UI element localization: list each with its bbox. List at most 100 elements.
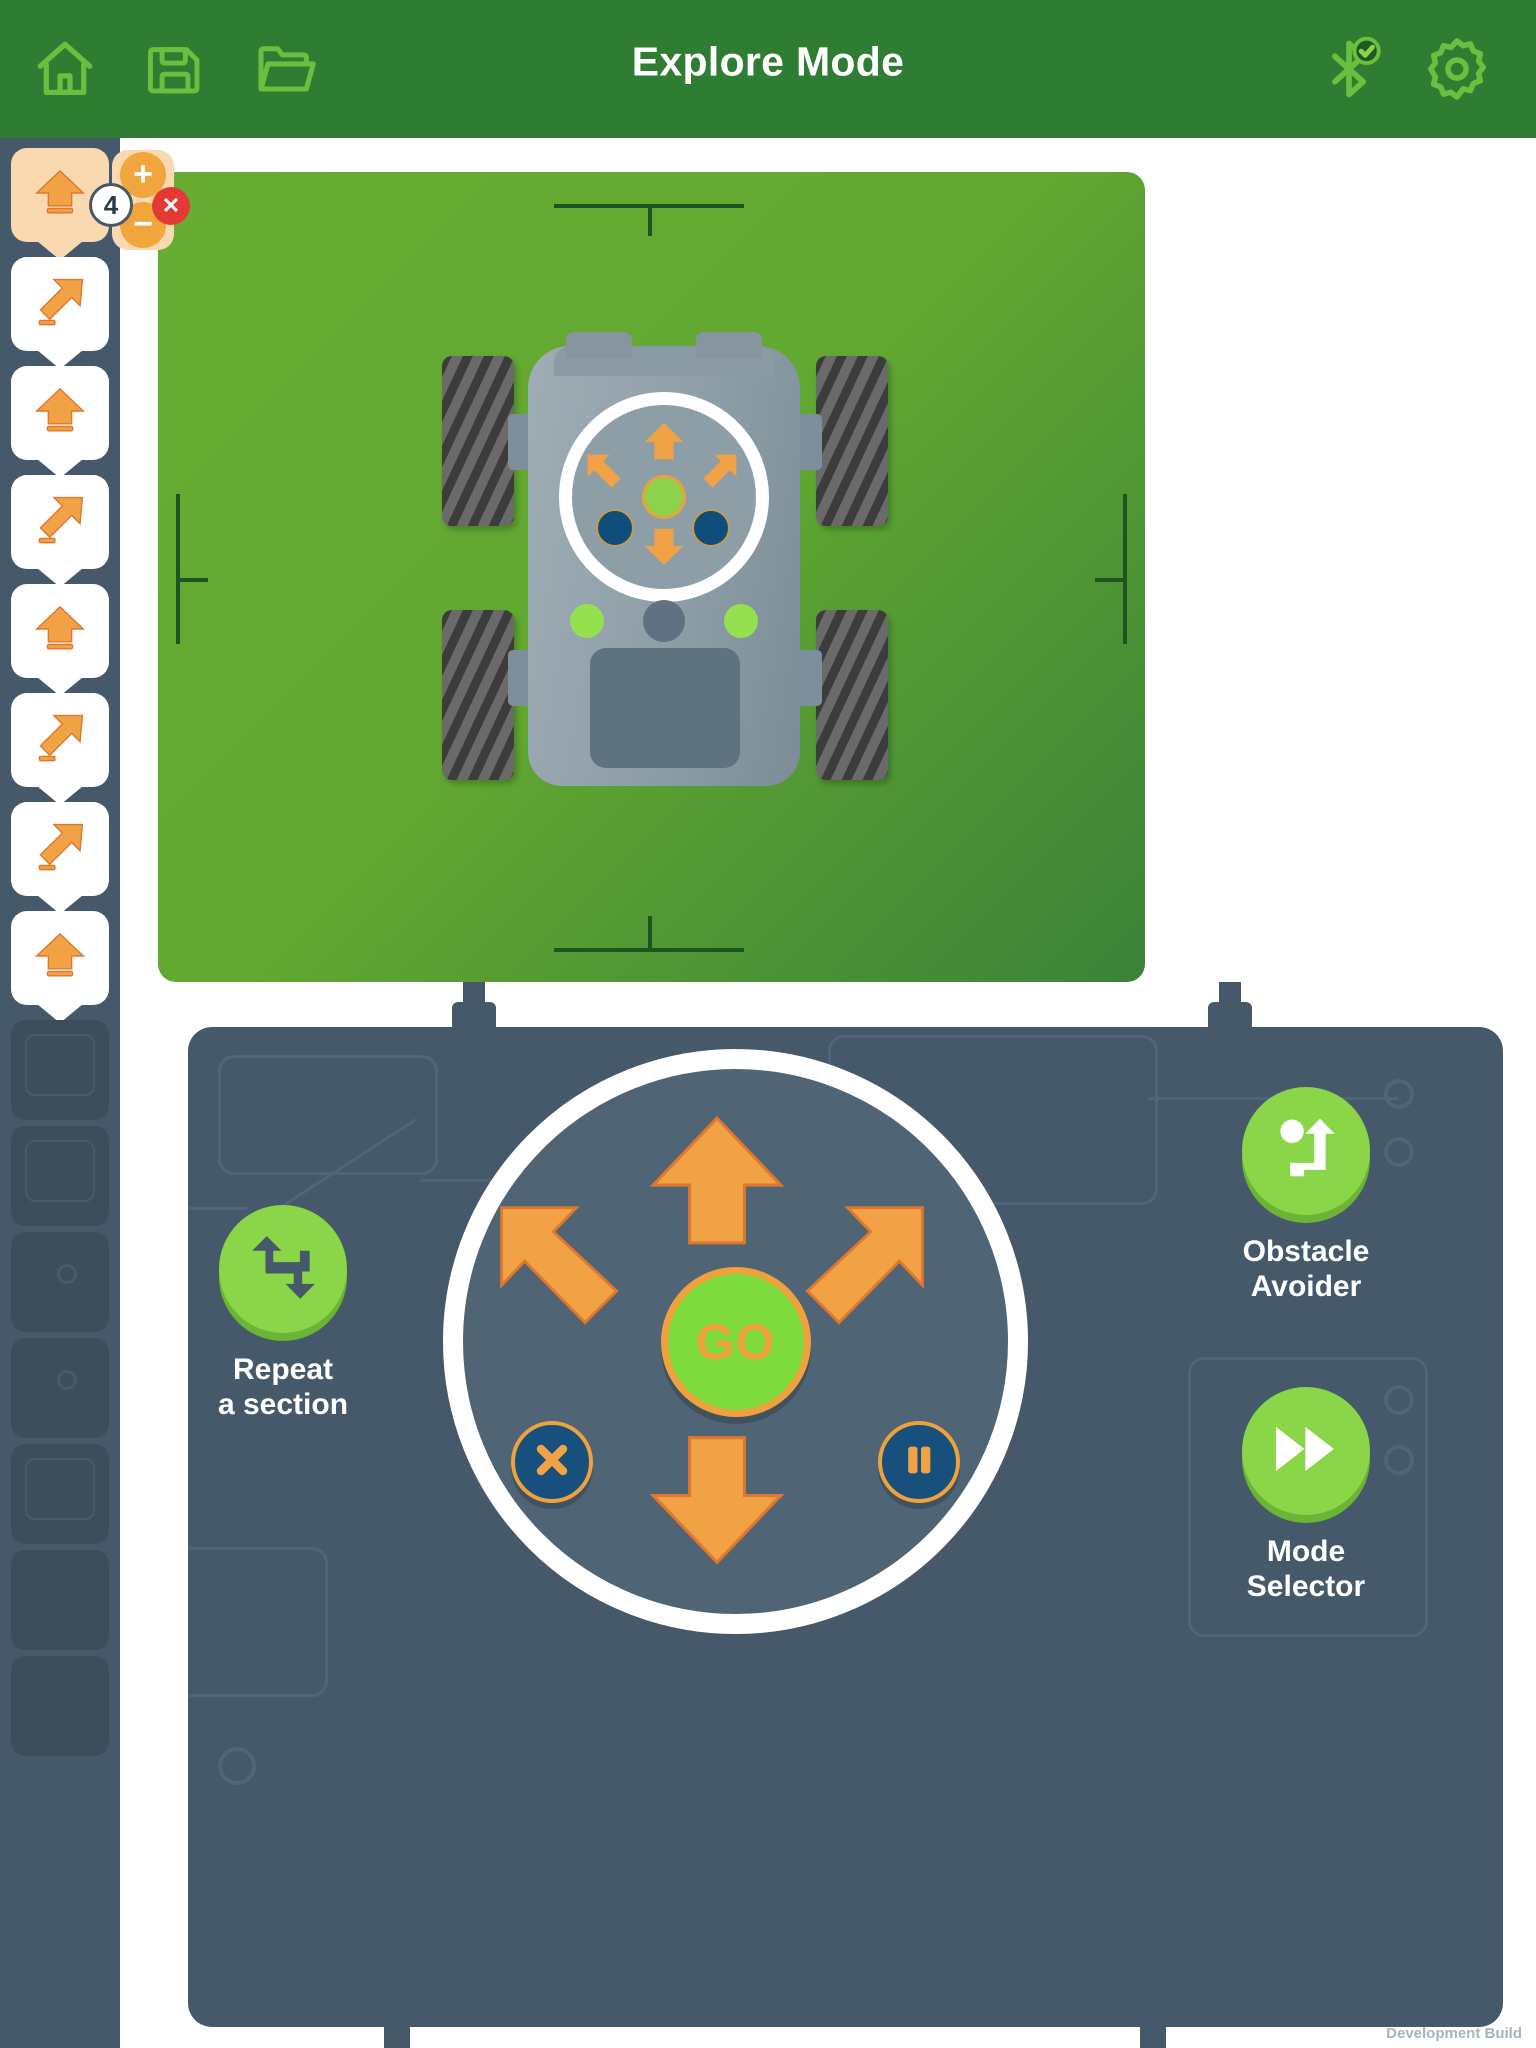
stop-button[interactable] (511, 1421, 593, 1503)
empty-program-slot[interactable] (11, 1444, 109, 1544)
repeat-a-section-button[interactable]: Repeat a section (188, 1205, 393, 1422)
home-icon[interactable] (28, 32, 102, 106)
wheel-front-left (442, 356, 514, 526)
robot-dpad-face (572, 405, 756, 589)
dpad-up-button[interactable] (644, 1107, 790, 1257)
empty-slot-list (0, 1020, 120, 1756)
program-block-up-right[interactable] (11, 475, 109, 569)
go-button[interactable]: GO (660, 1266, 811, 1417)
program-sequence-sidebar[interactable] (0, 138, 120, 2048)
dpad-up-right-button[interactable] (793, 1199, 931, 1337)
wheel-front-right (816, 356, 888, 526)
dpad-down-button[interactable] (644, 1421, 790, 1576)
header-right-icons (1312, 32, 1494, 106)
close-x-icon (530, 1438, 574, 1487)
development-build-watermark: Development Build (1386, 2025, 1522, 2042)
empty-program-slot[interactable] (11, 1232, 109, 1332)
robot-body (528, 332, 800, 786)
save-icon[interactable] (138, 32, 212, 106)
empty-program-slot[interactable] (11, 1656, 109, 1756)
slot-trace (25, 1034, 95, 1096)
program-block-slot[interactable] (11, 802, 109, 906)
robot-pad-dot-right (692, 509, 730, 547)
pause-icon (899, 1440, 939, 1485)
repeat-count-badge: 4 (89, 183, 133, 227)
program-block-slot[interactable] (11, 475, 109, 579)
program-block-list (0, 148, 120, 1015)
program-block-slot[interactable] (11, 693, 109, 797)
delete-block-button[interactable]: ✕ (152, 187, 190, 225)
fast-forward-icon (1268, 1411, 1344, 1492)
repeat-loop-icon-wrap[interactable] (219, 1205, 347, 1333)
dpad-up-left-button[interactable] (493, 1199, 631, 1337)
settings-gear-icon[interactable] (1420, 32, 1494, 106)
program-block-slot[interactable] (11, 584, 109, 688)
empty-program-slot[interactable] (11, 1338, 109, 1438)
slot-node (57, 1370, 77, 1390)
slot-trace (25, 1458, 95, 1520)
arrow-up-icon (31, 601, 89, 662)
program-block-up[interactable] (11, 366, 109, 460)
open-folder-icon[interactable] (248, 32, 322, 106)
pause-button[interactable] (878, 1421, 960, 1503)
repeat-loop-icon (244, 1228, 322, 1311)
program-block-up-right[interactable] (11, 257, 109, 351)
robot-control-ring (559, 392, 769, 602)
program-block-slot[interactable] (11, 366, 109, 470)
control-panel: GO Repeat a section Obstacle Avoider Mod… (188, 1027, 1503, 2027)
mode-selector-button[interactable]: Mode Selector (1196, 1387, 1416, 1604)
program-block-up[interactable] (11, 584, 109, 678)
empty-program-slot[interactable] (11, 1550, 109, 1650)
slot-node (57, 1264, 77, 1284)
robot-led-right (724, 604, 758, 638)
robot-arena[interactable] (158, 172, 1145, 982)
bluetooth-connected-icon[interactable] (1312, 32, 1386, 106)
panel-tab-left-top (188, 1117, 196, 1169)
program-block-slot[interactable] (11, 257, 109, 361)
header-left-icons (28, 32, 322, 106)
arena-mark-bottom (554, 948, 744, 952)
wheel-rear-right (816, 610, 888, 780)
arena-mark-right (1123, 494, 1127, 644)
circuit-node-bottom-left (218, 1747, 256, 1785)
arrow-up-right-icon (31, 492, 89, 553)
panel-foot-right (1140, 2020, 1166, 2048)
robot-pad-center (642, 475, 686, 519)
obstacle-avoider-icon-wrap[interactable] (1242, 1087, 1370, 1215)
arrow-up-icon (31, 928, 89, 989)
program-block-up[interactable] (11, 911, 109, 1005)
arrow-up-right-icon (31, 710, 89, 771)
arena-mark-bottom-tick (648, 916, 652, 948)
obstacle-avoider-button[interactable]: Obstacle Avoider (1196, 1087, 1416, 1304)
arena-mark-right-tick (1095, 578, 1127, 582)
wheel-rear-left (442, 610, 514, 780)
robot-top-view[interactable] (420, 332, 910, 802)
panel-foot-left (384, 2020, 410, 2048)
repeat-a-section-label: Repeat a section (217, 1353, 349, 1421)
program-block-slot[interactable] (11, 911, 109, 1015)
obstacle-avoider-icon (1268, 1111, 1344, 1192)
circuit-trace-bottom-left (188, 1547, 328, 1697)
obstacle-avoider-label: Obstacle Avoider (1242, 1235, 1370, 1303)
app-header: Explore Mode (0, 0, 1536, 138)
direction-pad: GO (443, 1049, 1028, 1634)
mode-selector-label: Mode Selector (1246, 1535, 1366, 1603)
robot-sensor (643, 600, 685, 642)
circuit-trace-top-left (218, 1055, 438, 1175)
robot-bumper-left (566, 332, 632, 358)
arena-mark-left-tick (176, 578, 208, 582)
robot-rear-panel (590, 648, 740, 768)
fast-forward-icon-wrap[interactable] (1242, 1387, 1370, 1515)
arrow-up-right-icon (31, 274, 89, 335)
arrow-up-right-icon (31, 819, 89, 880)
arena-mark-top-tick (648, 204, 652, 236)
robot-bumper-right (696, 332, 762, 358)
program-block-up-right[interactable] (11, 802, 109, 896)
slot-trace (25, 1140, 95, 1202)
empty-program-slot[interactable] (11, 1020, 109, 1120)
robot-pad-dot-left (596, 509, 634, 547)
arena-mark-left (176, 494, 180, 644)
empty-program-slot[interactable] (11, 1126, 109, 1226)
program-block-up-right[interactable] (11, 693, 109, 787)
robot-led-left (570, 604, 604, 638)
